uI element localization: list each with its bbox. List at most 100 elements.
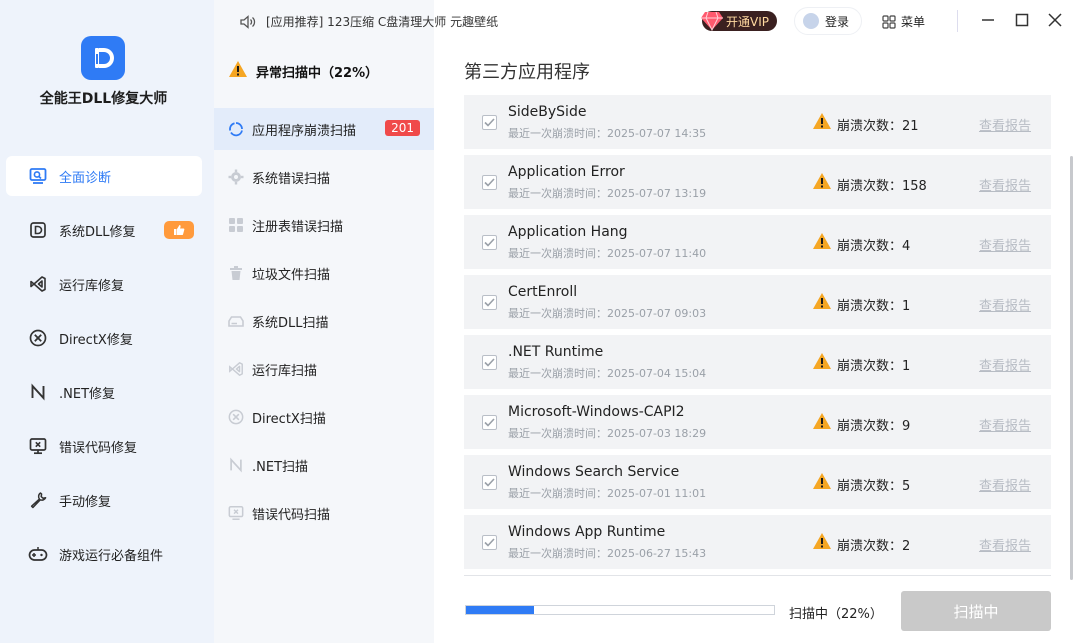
crash-count-value: 1 xyxy=(902,359,911,374)
progress-fill xyxy=(466,606,534,614)
category-registry-error-scan[interactable]: 注册表错误扫描 xyxy=(214,204,434,246)
category-label: .NET扫描 xyxy=(252,459,309,475)
visual-studio-icon xyxy=(228,361,244,377)
crash-row: Application Error 最近一次崩溃时间：2025-07-07 13:… xyxy=(464,155,1051,209)
crash-row: Microsoft-Windows-CAPI2 最近一次崩溃时间：2025-07-… xyxy=(464,395,1051,449)
category-label: 错误代码扫描 xyxy=(252,507,331,523)
row-checkbox[interactable] xyxy=(482,415,497,430)
wrench-icon xyxy=(28,490,48,510)
monitor-search-icon xyxy=(28,166,48,186)
sidebar-item-label: 运行库修复 xyxy=(59,278,125,294)
sidebar-item-dotnet-repair[interactable]: .NET修复 xyxy=(6,372,202,412)
sidebar-item-label: DirectX修复 xyxy=(59,332,133,348)
close-button[interactable] xyxy=(1047,12,1063,32)
maximize-button[interactable] xyxy=(1014,12,1030,32)
category-junk-file-scan[interactable]: 垃圾文件扫描 xyxy=(214,252,434,294)
sidebar-item-error-code-repair[interactable]: 错误代码修复 xyxy=(6,426,202,466)
diamond-icon xyxy=(701,11,723,31)
crash-row: Application Hang 最近一次崩溃时间：2025-07-07 11:4… xyxy=(464,215,1051,269)
sidebar-item-directx-repair[interactable]: DirectX修复 xyxy=(6,318,202,358)
row-checkbox[interactable] xyxy=(482,295,497,310)
sidebar-item-game-components[interactable]: 游戏运行必备组件 xyxy=(6,534,202,574)
crash-count-label: 崩溃次数： xyxy=(837,239,903,254)
login-button[interactable]: 登录 xyxy=(794,7,862,35)
crash-count-value: 158 xyxy=(902,179,927,194)
row-checkbox[interactable] xyxy=(482,115,497,130)
row-checkbox[interactable] xyxy=(482,175,497,190)
view-report-link[interactable]: 查看报告 xyxy=(979,295,1031,314)
error-monitor-icon xyxy=(28,436,48,456)
view-report-link[interactable]: 查看报告 xyxy=(979,115,1031,134)
loading-spinner-icon xyxy=(228,121,244,137)
crash-count: 崩溃次数：9 xyxy=(837,415,910,434)
view-report-link[interactable]: 查看报告 xyxy=(979,415,1031,434)
error-monitor-icon xyxy=(228,505,244,521)
sidebar-item-full-diagnosis[interactable]: 全面诊断 xyxy=(6,156,202,196)
category-label: 应用程序崩溃扫描 xyxy=(252,123,357,139)
scrollbar[interactable] xyxy=(1070,156,1073,580)
crash-count-label: 崩溃次数： xyxy=(837,119,903,134)
row-checkbox[interactable] xyxy=(482,535,497,550)
menu-button[interactable]: 菜单 xyxy=(882,13,925,30)
maximize-icon xyxy=(1015,13,1029,27)
directx-icon xyxy=(28,328,48,348)
crash-count-value: 1 xyxy=(902,299,911,314)
sidebar-item-label: 手动修复 xyxy=(59,494,112,510)
category-error-code-scan[interactable]: 错误代码扫描 xyxy=(214,492,434,534)
last-crash-time: 最近一次崩溃时间：2025-06-27 15:43 xyxy=(508,547,707,560)
last-crash-time: 最近一次崩溃时间：2025-07-07 13:19 xyxy=(508,187,707,200)
crash-row: Windows Search Service 最近一次崩溃时间：2025-07-0… xyxy=(464,455,1051,509)
scanning-button[interactable]: 扫描中 xyxy=(901,591,1051,631)
vip-button[interactable]: 开通VIP xyxy=(701,11,777,31)
section-title: 第三方应用程序 xyxy=(464,62,590,83)
last-crash-time: 最近一次崩溃时间：2025-07-07 09:03 xyxy=(508,307,707,320)
category-dotnet-scan[interactable]: .NET扫描 xyxy=(214,444,434,486)
issue-count-badge: 201 xyxy=(385,120,420,136)
sidebar-item-manual-repair[interactable]: 手动修复 xyxy=(6,480,202,520)
list-divider xyxy=(464,575,1051,576)
row-checkbox[interactable] xyxy=(482,235,497,250)
sidebar-nav: 全面诊断 系统DLL修复 运行库修复 DirectX修复 .NET修复 错误代码… xyxy=(6,156,202,588)
crash-count-label: 崩溃次数： xyxy=(837,299,903,314)
view-report-link[interactable]: 查看报告 xyxy=(979,475,1031,494)
crash-count-value: 2 xyxy=(902,539,911,554)
divider xyxy=(957,10,958,32)
trash-icon xyxy=(228,265,244,281)
crash-count-label: 崩溃次数： xyxy=(837,179,903,194)
crash-count-label: 崩溃次数： xyxy=(837,479,903,494)
sidebar-item-label: 错误代码修复 xyxy=(59,440,138,456)
view-report-link[interactable]: 查看报告 xyxy=(979,175,1031,194)
crash-count-value: 5 xyxy=(902,479,911,494)
sidebar-item-runtime-repair[interactable]: 运行库修复 xyxy=(6,264,202,304)
avatar-icon xyxy=(803,13,819,29)
crash-row: CertEnroll 最近一次崩溃时间：2025-07-07 09:03 崩溃次数：… xyxy=(464,275,1051,329)
menu-label: 菜单 xyxy=(901,15,926,29)
last-crash-time: 最近一次崩溃时间：2025-07-03 18:29 xyxy=(508,427,707,440)
vip-label: 开通VIP xyxy=(726,14,769,29)
minimize-icon xyxy=(982,19,994,21)
crash-count-value: 4 xyxy=(902,239,911,254)
scan-status-text: 异常扫描中（22%） xyxy=(256,65,379,81)
view-report-link[interactable]: 查看报告 xyxy=(979,535,1031,554)
row-checkbox[interactable] xyxy=(482,355,497,370)
view-report-link[interactable]: 查看报告 xyxy=(979,235,1031,254)
category-app-crash-scan[interactable]: 应用程序崩溃扫描 201 xyxy=(214,108,434,150)
thumbs-up-badge-icon xyxy=(163,221,194,239)
speaker-icon xyxy=(240,14,256,29)
last-crash-time: 最近一次崩溃时间：2025-07-01 11:01 xyxy=(508,487,707,500)
drive-icon xyxy=(228,313,244,329)
app-recommendation-banner[interactable]: [应用推荐] 123压缩 C盘清理大师 元趣壁纸 xyxy=(240,13,498,30)
category-directx-scan[interactable]: DirectX扫描 xyxy=(214,396,434,438)
crash-count: 崩溃次数：158 xyxy=(837,175,927,194)
registry-grid-icon xyxy=(228,217,244,233)
minimize-button[interactable] xyxy=(980,12,996,32)
sidebar-item-system-dll-repair[interactable]: 系统DLL修复 xyxy=(6,210,202,250)
directx-icon xyxy=(228,409,244,425)
view-report-link[interactable]: 查看报告 xyxy=(979,355,1031,374)
category-runtime-scan[interactable]: 运行库扫描 xyxy=(214,348,434,390)
category-system-error-scan[interactable]: 系统错误扫描 xyxy=(214,156,434,198)
warning-icon xyxy=(812,232,832,254)
category-system-dll-scan[interactable]: 系统DLL扫描 xyxy=(214,300,434,342)
category-label: 系统DLL扫描 xyxy=(252,315,329,331)
row-checkbox[interactable] xyxy=(482,475,497,490)
